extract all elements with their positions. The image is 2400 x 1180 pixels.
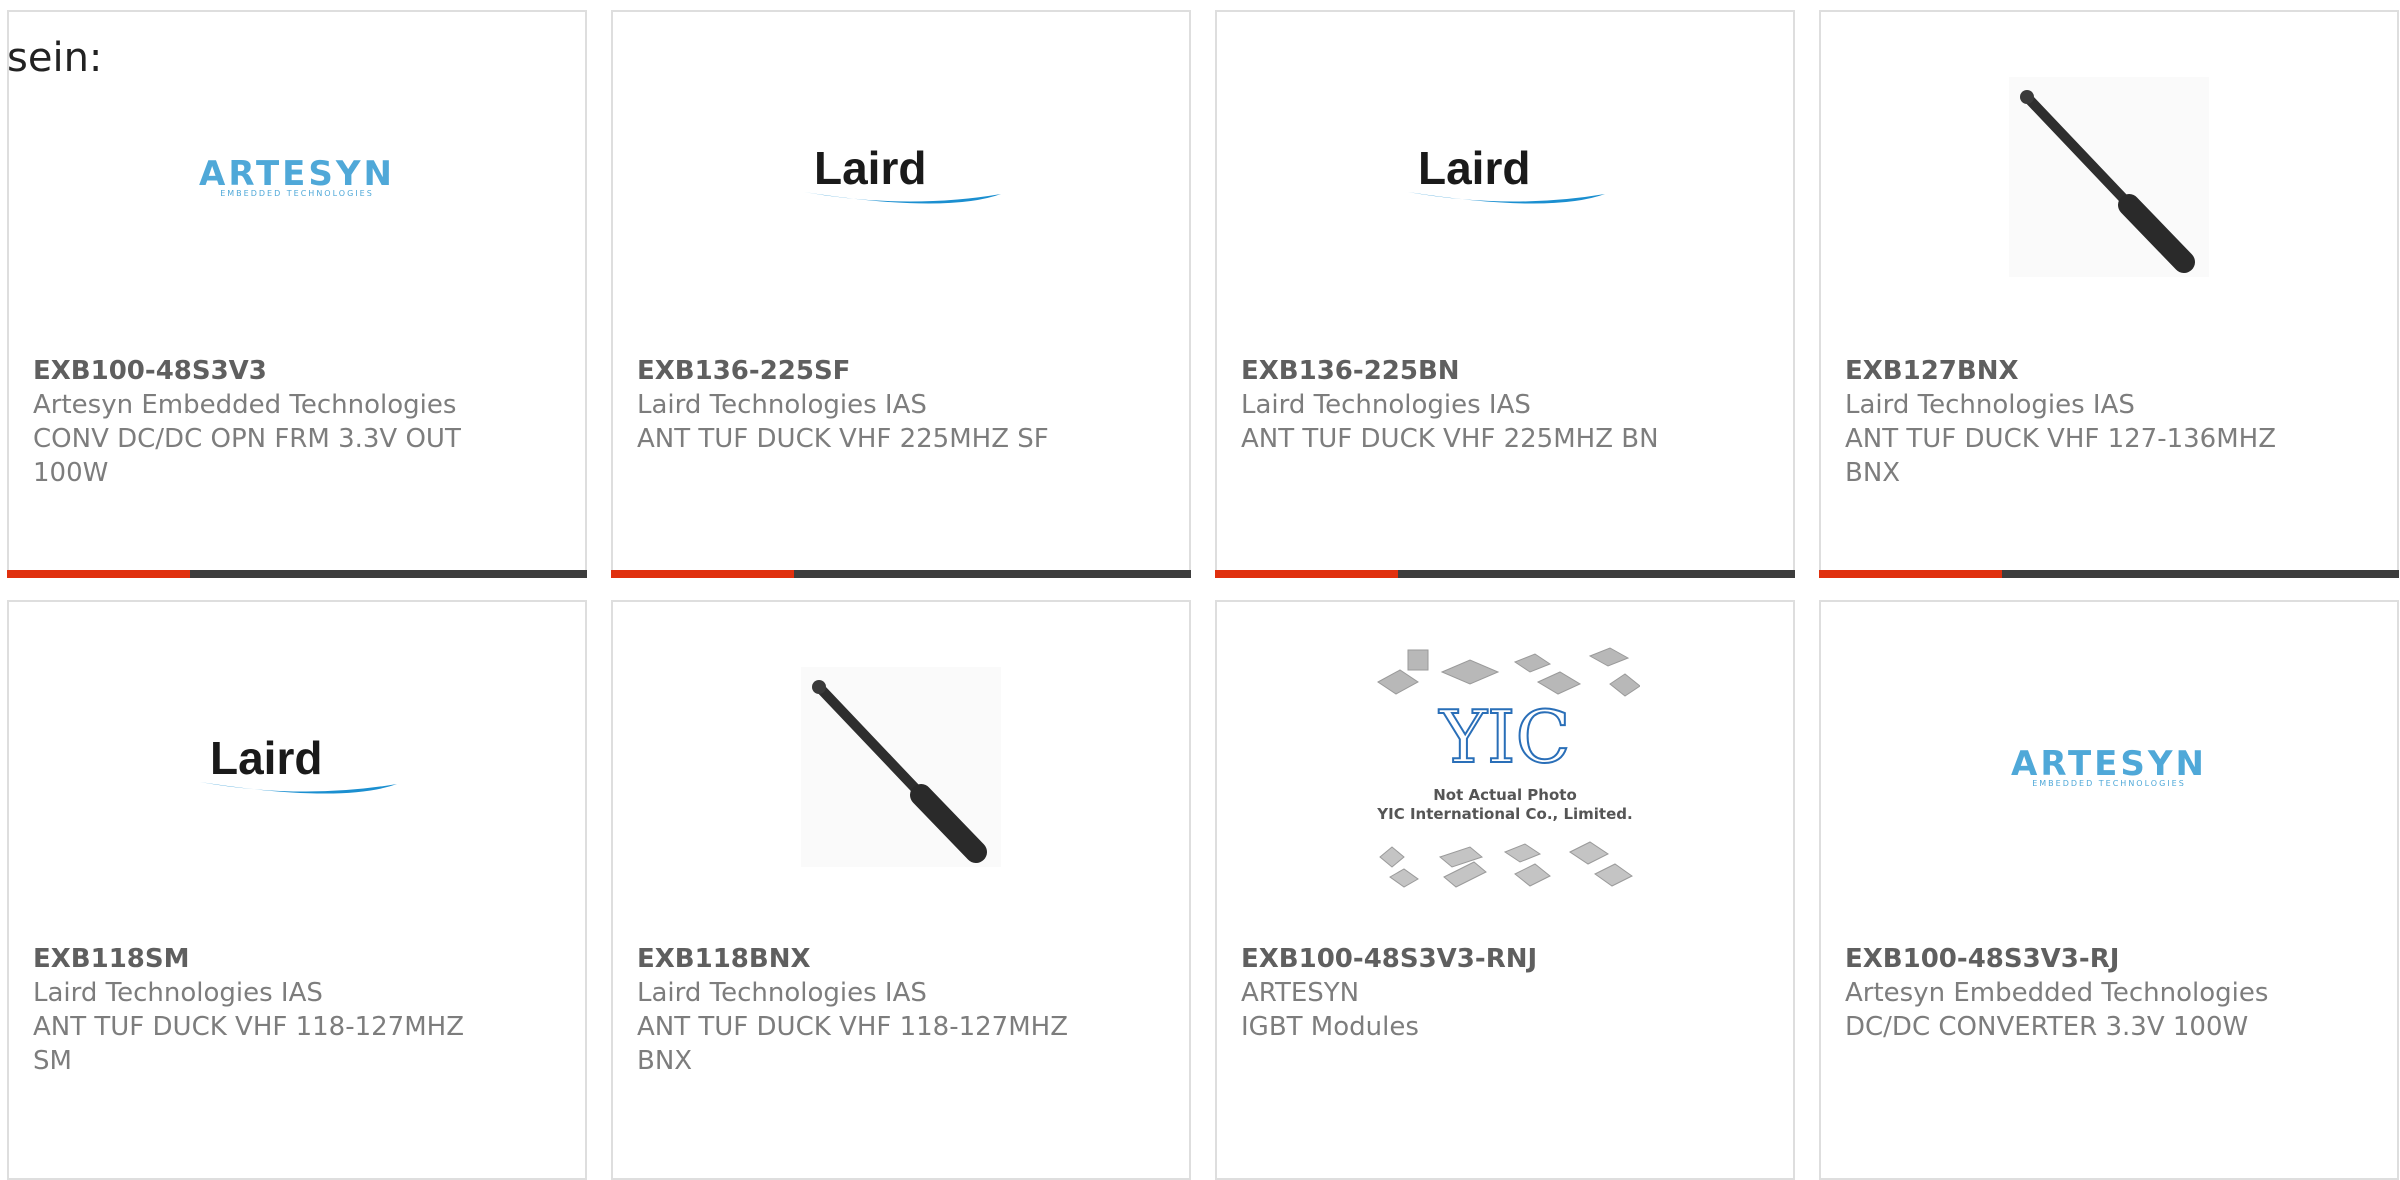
card-bar	[1819, 570, 2399, 578]
svg-text:Not Actual Photo: Not Actual Photo	[1433, 786, 1577, 804]
description: ANT TUF DUCK VHF 118-127MHZ SM	[33, 1012, 465, 1076]
product-image[interactable]	[613, 642, 1189, 892]
svg-text:Laird: Laird	[814, 142, 926, 194]
manufacturer: Laird Technologies IAS	[1845, 390, 2135, 420]
svg-text:YIC: YIC	[1438, 695, 1570, 779]
card-bar	[611, 570, 1191, 578]
laird-logo-icon: Laird	[200, 732, 397, 794]
product-image[interactable]	[1821, 52, 2397, 302]
product-card[interactable]: EXB127BNX Laird Technologies IAS ANT TUF…	[1819, 10, 2399, 578]
manufacturer: Artesyn Embedded Technologies	[33, 390, 457, 420]
description: DC/DC CONVERTER 3.3V 100W	[1845, 1012, 2249, 1042]
product-image[interactable]: YIC Not Actual Photo YIC International C…	[1217, 642, 1793, 892]
artesyn-logo-icon: ARTESYN EMBEDDED TECHNOLOGIES	[199, 153, 395, 198]
part-number[interactable]: EXB136-225SF	[637, 354, 1077, 388]
laird-logo-icon: Laird	[1408, 142, 1605, 204]
product-image[interactable]: ARTESYN EMBEDDED TECHNOLOGIES	[1821, 642, 2397, 892]
description: ANT TUF DUCK VHF 225MHZ BN	[1241, 424, 1659, 454]
description: ANT TUF DUCK VHF 118-127MHZ BNX	[637, 1012, 1069, 1076]
product-image[interactable]: Laird	[1217, 52, 1793, 302]
svg-text:Laird: Laird	[1418, 142, 1530, 194]
part-number[interactable]: EXB118BNX	[637, 942, 1077, 976]
product-image[interactable]: Laird	[9, 642, 585, 892]
part-number[interactable]: EXB100-48S3V3	[33, 354, 473, 388]
antenna-photo-icon	[2009, 77, 2209, 277]
product-card[interactable]: Laird EXB118SM Laird Technologies IAS AN…	[7, 600, 587, 1180]
svg-text:YIC International Co., Limited: YIC International Co., Limited.	[1376, 805, 1632, 823]
card-bar	[1215, 570, 1795, 578]
part-number[interactable]: EXB136-225BN	[1241, 354, 1681, 388]
product-image[interactable]: Laird	[613, 52, 1189, 302]
product-image[interactable]: ARTESYN EMBEDDED TECHNOLOGIES	[9, 52, 585, 302]
antenna-photo-icon	[801, 667, 1001, 867]
manufacturer: Laird Technologies IAS	[637, 978, 927, 1008]
chip-placeholder-icon: YIC Not Actual Photo YIC International C…	[1376, 647, 1640, 888]
manufacturer: Artesyn Embedded Technologies	[1845, 978, 2269, 1008]
description: IGBT Modules	[1241, 1012, 1419, 1042]
svg-text:Laird: Laird	[210, 732, 322, 784]
product-card[interactable]: YIC Not Actual Photo YIC International C…	[1215, 600, 1795, 1180]
product-card[interactable]: ARTESYN EMBEDDED TECHNOLOGIES EXB100-48S…	[1819, 600, 2399, 1180]
product-card[interactable]: ARTESYN EMBEDDED TECHNOLOGIES EXB100-48S…	[7, 10, 587, 578]
product-card[interactable]: Laird EXB136-225SF Laird Technologies IA…	[611, 10, 1191, 578]
description: CONV DC/DC OPN FRM 3.3V OUT 100W	[33, 424, 461, 488]
description: ANT TUF DUCK VHF 127-136MHZ BNX	[1845, 424, 2277, 488]
product-card[interactable]: Laird EXB136-225BN Laird Technologies IA…	[1215, 10, 1795, 578]
laird-logo-icon: Laird	[804, 142, 1001, 204]
part-number[interactable]: EXB100-48S3V3-RNJ	[1241, 942, 1681, 976]
part-number[interactable]: EXB100-48S3V3-RJ	[1845, 942, 2285, 976]
part-number[interactable]: EXB127BNX	[1845, 354, 2285, 388]
manufacturer: Laird Technologies IAS	[637, 390, 927, 420]
intro-text: sein:	[7, 35, 103, 81]
manufacturer: Laird Technologies IAS	[1241, 390, 1531, 420]
card-bar	[7, 570, 587, 578]
artesyn-logo-icon: ARTESYN EMBEDDED TECHNOLOGIES	[2011, 743, 2207, 788]
part-number[interactable]: EXB118SM	[33, 942, 473, 976]
manufacturer: Laird Technologies IAS	[33, 978, 323, 1008]
product-card[interactable]: EXB118BNX Laird Technologies IAS ANT TUF…	[611, 600, 1191, 1180]
description: ANT TUF DUCK VHF 225MHZ SF	[637, 424, 1049, 454]
manufacturer: ARTESYN	[1241, 978, 1360, 1008]
